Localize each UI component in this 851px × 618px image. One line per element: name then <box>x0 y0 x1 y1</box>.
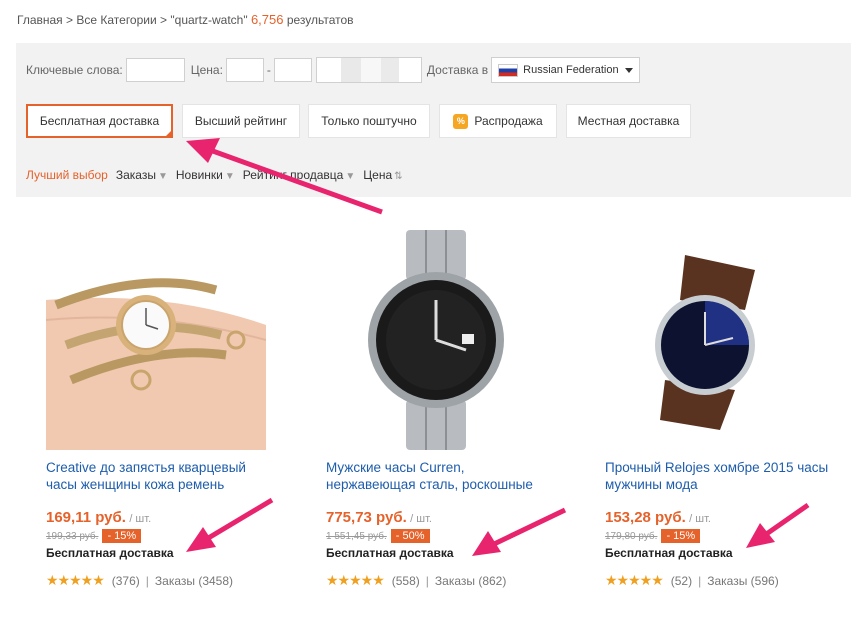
sort-orders[interactable]: Заказы ▼ <box>116 168 168 182</box>
price-unit: / шт. <box>129 513 152 525</box>
old-price: 179,80 руб. <box>605 530 658 542</box>
price-row: 169,11 руб. / шт. <box>46 509 276 526</box>
separator: | <box>698 573 702 588</box>
free-shipping-filter-button[interactable]: Бесплатная доставка <box>26 104 173 138</box>
filter-panel: Ключевые слова: Цена: - Доставка в Russi… <box>16 43 851 197</box>
old-price: 199,33 руб. <box>46 530 99 542</box>
product-price: 775,73 руб. <box>326 509 407 526</box>
top-rated-filter-label: Высший рейтинг <box>194 114 288 128</box>
star-rating-icon: ★★★★★ <box>326 572 385 588</box>
price-unit: / шт. <box>689 513 711 525</box>
shipping-country-value: Russian Federation <box>523 64 619 76</box>
keywords-input[interactable] <box>125 58 185 82</box>
old-price: 1 551,45 руб. <box>326 530 387 542</box>
price-unit: / шт. <box>410 513 432 525</box>
sort-best-match[interactable]: Лучший выбор <box>26 168 108 182</box>
free-shipping-label: Бесплатная доставка <box>605 546 733 560</box>
price-row: 153,28 руб. / шт. <box>605 509 835 526</box>
single-item-filter-button[interactable]: Только поштучно <box>308 104 430 138</box>
sort-seller-rating-label: Рейтинг продавца <box>242 168 344 182</box>
arrow-down-icon: ▼ <box>345 171 356 182</box>
discount-badge: - 15% <box>661 529 701 543</box>
russia-flag-icon <box>498 63 519 77</box>
review-count-link[interactable]: (376) <box>112 574 140 588</box>
selected-corner-icon <box>164 129 173 138</box>
product-price: 169,11 руб. <box>46 509 126 526</box>
free-shipping-filter-label: Бесплатная доставка <box>39 114 160 128</box>
sort-bar: Лучший выбор Заказы ▼ Новинки ▼ Рейтинг пр… <box>26 168 411 182</box>
sort-newest-label: Новинки <box>175 168 223 182</box>
separator: | <box>145 573 149 588</box>
breadcrumb: Главная > Все Категории > "quartz-watch"… <box>17 12 354 27</box>
star-rating-icon: ★★★★★ <box>46 572 105 588</box>
free-shipping-label: Бесплатная доставка <box>326 546 454 560</box>
filter-row: Ключевые слова: Цена: - Доставка в Russi… <box>26 56 640 84</box>
local-shipping-filter-button[interactable]: Местная доставка <box>566 104 691 138</box>
sort-newest[interactable]: Новинки ▼ <box>176 168 235 182</box>
single-item-filter-label: Только поштучно <box>321 114 417 128</box>
breadcrumb-home-link[interactable]: Главная <box>17 13 63 27</box>
chevron-down-icon <box>624 67 633 73</box>
sale-filter-button[interactable]: % Распродажа <box>439 104 557 138</box>
discount-badge: - 15% <box>102 529 142 543</box>
product-price: 153,28 руб. <box>605 509 686 526</box>
shipping-country-select[interactable]: Russian Federation <box>491 57 640 83</box>
breadcrumb-categories-link[interactable]: Все Категории <box>76 13 156 27</box>
arrow-down-icon: ▼ <box>224 171 235 182</box>
sale-filter-label: Распродажа <box>474 114 543 128</box>
product-card: Мужские часы Curren, нержавеющая сталь, … <box>326 230 556 589</box>
product-image[interactable] <box>46 230 266 450</box>
price-dash: - <box>266 63 271 77</box>
product-image[interactable] <box>326 230 546 450</box>
orders-count: Заказы (3458) <box>154 573 234 588</box>
sort-updown-icon: ⇅ <box>394 171 403 182</box>
product-card: Прочный Relojes хомбре 2015 часы мужчины… <box>605 230 835 589</box>
old-price-row: 199,33 руб. - 15% <box>46 529 276 543</box>
breadcrumb-separator: > <box>156 13 171 27</box>
product-card: Creative до запястья кварцевый часы женщ… <box>46 230 276 589</box>
review-count-link[interactable]: (558) <box>392 574 420 588</box>
sort-seller-rating[interactable]: Рейтинг продавца ▼ <box>243 168 355 182</box>
free-shipping-label: Бесплатная доставка <box>46 546 174 560</box>
product-title-link[interactable]: Creative до запястья кварцевый часы женщ… <box>46 459 276 493</box>
rating-row: ★★★★★ (376) | Заказы (3458) <box>46 572 276 589</box>
result-count: 6,756 <box>250 12 284 27</box>
review-count-link[interactable]: (52) <box>671 574 692 588</box>
shipping-label: Доставка в <box>426 63 489 77</box>
product-title-link[interactable]: Прочный Relojes хомбре 2015 часы мужчины… <box>605 459 835 493</box>
price-row: 775,73 руб. / шт. <box>326 509 556 526</box>
orders-count: Заказы (596) <box>707 573 779 588</box>
arrow-down-icon: ▼ <box>157 171 168 182</box>
sort-price-label: Цена <box>363 168 393 182</box>
price-label: Цена: <box>190 63 223 77</box>
star-rating-icon: ★★★★★ <box>605 572 664 588</box>
breadcrumb-separator: > <box>62 13 77 27</box>
breadcrumb-query: "quartz-watch" <box>170 13 248 27</box>
rating-row: ★★★★★ (52) | Заказы (596) <box>605 572 835 589</box>
orders-count: Заказы (862) <box>434 573 507 588</box>
old-price-row: 1 551,45 руб. - 50% <box>326 529 556 543</box>
top-rated-filter-button[interactable]: Высший рейтинг <box>182 104 300 138</box>
sale-tag-icon: % <box>453 113 469 129</box>
rating-row: ★★★★★ (558) | Заказы (862) <box>326 572 556 589</box>
price-submit-button[interactable] <box>315 57 422 83</box>
keywords-label: Ключевые слова: <box>26 63 123 77</box>
price-max-input[interactable] <box>273 58 312 82</box>
sort-orders-label: Заказы <box>115 168 156 182</box>
results-label: результатов <box>286 13 354 27</box>
separator: | <box>425 573 429 588</box>
product-title-link[interactable]: Мужские часы Curren, нержавеющая сталь, … <box>326 459 556 493</box>
product-image[interactable] <box>605 230 825 450</box>
sort-price[interactable]: Цена ⇅ <box>363 168 402 182</box>
discount-badge: - 50% <box>390 529 430 543</box>
price-min-input[interactable] <box>225 58 264 82</box>
local-shipping-filter-label: Местная доставка <box>577 114 680 128</box>
old-price-row: 179,80 руб. - 15% <box>605 529 835 543</box>
